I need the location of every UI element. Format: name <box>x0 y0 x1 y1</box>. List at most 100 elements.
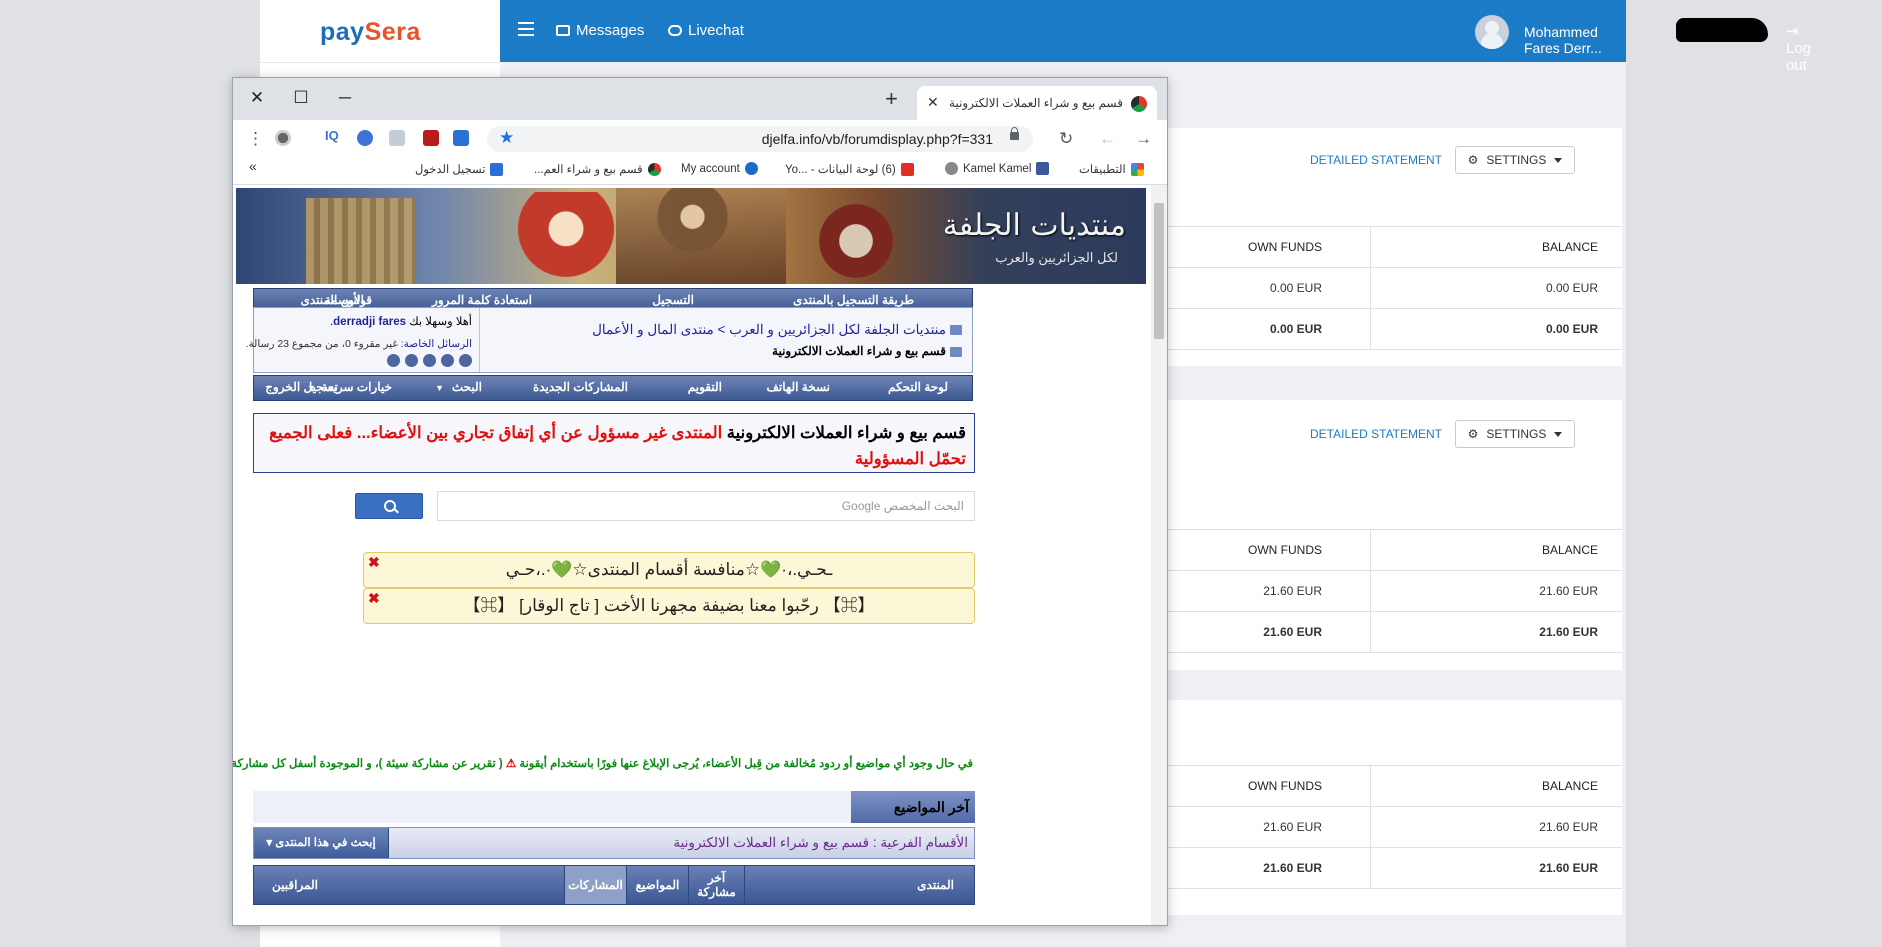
user-welcome-panel: أهلا وسهلا بك derradji fares. الرسائل ال… <box>246 308 480 372</box>
search-input[interactable]: البحث المخصص Google <box>437 491 975 521</box>
close-icon[interactable]: ✖ <box>368 591 380 605</box>
bookmark-forum[interactable]: قسم بيع و شراء العم... <box>534 162 661 176</box>
new-tab-icon[interactable]: + <box>885 86 898 112</box>
report-notice-text-end: ( تقرير عن مشاركة سيئة )، و الموجودة أسف… <box>233 758 503 770</box>
caret-down-icon <box>1554 157 1563 163</box>
disclaimer-section-name: قسم بيع و شراء العملات الالكترونية <box>726 424 966 442</box>
shield-icon[interactable] <box>389 130 405 146</box>
bookmark-star-icon[interactable]: ★ <box>499 128 514 148</box>
nav-calendar[interactable]: التقويم <box>688 380 722 394</box>
settings-label: SETTINGS <box>1486 153 1547 167</box>
report-notice: في حال وجود أي مواضيع أو ردود مُخالفة من… <box>233 756 973 770</box>
forum-sub-nav: لوحة التحكم نسخة الهاتف التقويم المشاركا… <box>253 375 973 401</box>
bookmark-apps[interactable]: التطبيقات <box>1079 162 1144 176</box>
latest-topics-header: آخر المواضيع <box>253 791 975 823</box>
detailed-statement-link[interactable]: DETAILED STATEMENT <box>1310 153 1442 167</box>
report-notice-text: في حال وجود أي مواضيع أو ردود مُخالفة من… <box>519 758 973 770</box>
bookmark-favicon-icon <box>490 162 504 176</box>
announcement-banner[interactable]: ✖ ـحـي.،·💚☆منافسة أقسام المنتدى☆💚·.،حـي <box>363 552 975 588</box>
balance-total: 21.60 EUR <box>1539 861 1598 875</box>
nav-new-posts[interactable]: المشاركات الجديدة <box>533 380 628 394</box>
logout-icon[interactable] <box>387 354 400 367</box>
hamburger-menu-icon[interactable] <box>518 22 534 36</box>
more-bookmarks-button[interactable]: » <box>249 158 257 174</box>
pm-label: الرسائل الخاصة: <box>400 338 472 350</box>
nav-search[interactable]: البحث <box>452 380 482 394</box>
close-icon[interactable]: ✖ <box>368 555 380 569</box>
nav-password-recovery[interactable]: استعادة كلمة المرور <box>432 293 532 307</box>
user-name[interactable]: Mohammed Fares Derr... <box>1524 24 1626 56</box>
trend-extension-icon[interactable] <box>453 130 469 146</box>
minimize-window-icon[interactable]: ─ <box>331 84 359 112</box>
bookmark-login[interactable]: تسجيل الدخول <box>415 162 504 176</box>
reload-icon[interactable]: ↻ <box>1059 129 1073 149</box>
nav-control-panel[interactable]: لوحة التحكم <box>888 380 948 394</box>
table-row: 0.00 EUR 0.00 EUR <box>1160 268 1622 309</box>
logo-text-main: pay <box>320 18 365 46</box>
clock-icon[interactable] <box>459 354 472 367</box>
bookmark-my-account[interactable]: My account <box>681 162 758 175</box>
nav-register[interactable]: التسجيل <box>652 293 694 307</box>
chart-extension-icon[interactable] <box>423 130 439 146</box>
maximize-window-icon[interactable]: ☐ <box>287 84 315 112</box>
tab-close-icon[interactable]: ✕ <box>927 94 939 111</box>
bookmark-favicon-icon <box>647 162 661 176</box>
gear-icon: ⚙ <box>1467 153 1479 167</box>
address-bar[interactable]: ★ djelfa.info/vb/forumdisplay.php?f=331 <box>487 126 1033 152</box>
lock-icon[interactable] <box>1010 127 1019 140</box>
col-posts[interactable]: المشاركات <box>564 866 626 904</box>
breadcrumb-path[interactable]: منتديات الجلفة لكل الجزائريين و العرب > … <box>592 322 962 338</box>
extension-icon[interactable] <box>357 130 373 146</box>
bookmark-label: (6) لوحة البيانات - ...Yo <box>785 164 896 176</box>
table-header-row: OWN FUNDS BALANCE <box>1160 530 1622 571</box>
iq-extension-icon[interactable]: IQ <box>325 128 341 144</box>
welcome-username[interactable]: derradji fares <box>333 316 406 328</box>
redaction-mark <box>1676 18 1768 42</box>
subforums-bar: الأقسام الفرعية : قسم بيع و شراء العملات… <box>253 827 975 859</box>
announcement-text: ـحـي.،·💚☆منافسة أقسام المنتدى☆💚·.،حـي <box>505 560 833 579</box>
chevron-down-icon: ▼ <box>435 383 444 393</box>
bookmark-kamel[interactable]: Kamel Kamel <box>945 162 1050 175</box>
page-scrollbar[interactable] <box>1151 185 1167 925</box>
col-moderators: المراقبين <box>272 878 318 892</box>
browser-tab[interactable]: ✕ قسم بيع و شراء العملات الالكترونية <box>917 86 1157 120</box>
search-button[interactable] <box>355 493 423 519</box>
private-messages-line[interactable]: الرسائل الخاصة: غير مقروء 0، من مجموع 23… <box>246 338 472 350</box>
table-row: 21.60 EUR 21.60 EUR <box>1160 571 1622 612</box>
bookmark-youtube[interactable]: (6) لوحة البيانات - ...Yo <box>785 162 914 176</box>
profile-icon[interactable] <box>275 130 291 146</box>
settings-dropdown[interactable]: ⚙ SETTINGS <box>1455 146 1575 174</box>
latest-topics-tab[interactable]: آخر المواضيع <box>851 791 975 823</box>
settings-dropdown[interactable]: ⚙ SETTINGS <box>1455 420 1575 448</box>
menu-dots-icon[interactable]: ⋮ <box>247 129 264 149</box>
logo-text-accent: Sera <box>364 18 421 46</box>
breadcrumb: منتديات الجلفة لكل الجزائريين و العرب > … <box>479 308 972 372</box>
table-header-row: OWN FUNDS BALANCE <box>1160 766 1622 807</box>
nav-registration-method[interactable]: طريقة التسجيل بالمنتدى <box>793 293 914 307</box>
paysera-logo[interactable]: paySera <box>320 18 421 47</box>
detailed-statement-link[interactable]: DETAILED STATEMENT <box>1310 427 1442 441</box>
banner-logo-text: منتديات الجلفة <box>942 208 1126 243</box>
nav-mobile-version[interactable]: نسخة الهاتف <box>767 380 831 394</box>
add-user-icon[interactable] <box>423 354 436 367</box>
scrollbar-thumb[interactable] <box>1154 203 1164 339</box>
forum-banner[interactable]: منتديات الجلفة لكل الجزائريين والعرب <box>236 188 1146 284</box>
bookmark-label: My account <box>681 162 740 175</box>
livechat-link[interactable]: Livechat <box>668 22 744 39</box>
col-last-post: آخر مشاركة <box>688 866 744 904</box>
back-icon[interactable]: → <box>1135 129 1152 149</box>
nav-forum-rules[interactable]: قوانين المنتدى <box>300 293 372 307</box>
nav-logout[interactable]: تسجيل الخروج <box>265 380 338 394</box>
site-favicon-icon <box>1131 96 1147 112</box>
close-window-icon[interactable]: ✕ <box>243 84 271 112</box>
announcement-banner[interactable]: ✖ 【⌘】 رحّبوا معنا بضيفة مجهرنا الأخت [ ت… <box>363 588 975 624</box>
gear-icon[interactable] <box>405 354 418 367</box>
warning-icon: ⚠ <box>505 758 517 770</box>
friends-icon[interactable] <box>441 354 454 367</box>
forward-icon[interactable]: ← <box>1099 129 1116 149</box>
balance-table: OWN FUNDS BALANCE 21.60 EUR 21.60 EUR 21.6… <box>1160 529 1622 653</box>
avatar[interactable] <box>1475 15 1509 49</box>
logout-link[interactable]: ⇥ Log out <box>1786 22 1811 74</box>
messages-link[interactable]: Messages <box>556 22 644 39</box>
search-this-forum-button[interactable]: إبحث في هذا المنتدى ▾ <box>254 828 389 858</box>
